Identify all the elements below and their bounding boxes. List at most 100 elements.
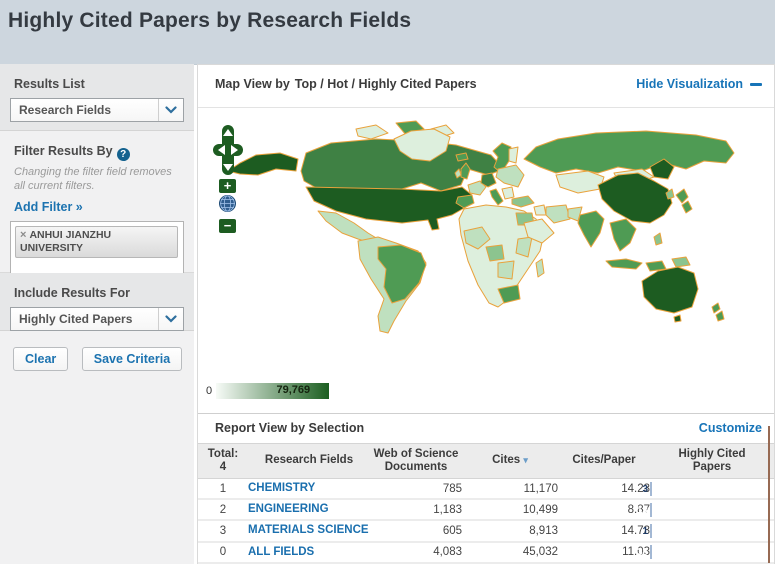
hcp-bar: 38 — [637, 545, 652, 560]
map-region-arctic-island[interactable] — [355, 124, 389, 140]
map-region-russia[interactable] — [523, 130, 735, 174]
map-region-papua-new-guinea[interactable] — [671, 256, 691, 268]
legend-min-value: 0 — [206, 385, 213, 397]
sidebar: Results List Research Fields Filter Resu… — [0, 64, 194, 564]
map-region-china[interactable] — [597, 172, 673, 224]
sort-descending-icon: ▾ — [523, 455, 528, 466]
divider — [198, 107, 774, 108]
question-icon[interactable]: ? — [116, 148, 130, 161]
row-cites: 8,913 — [462, 520, 558, 543]
filter-tag-label: ANHUI JIANZHU UNIVERSITY — [20, 228, 112, 254]
legend-gradient-bar: 79,769 — [216, 383, 330, 399]
hcp-bar-value: 13 — [636, 504, 648, 516]
table-header-row: Total: 4 Research Fields Web of Science Do… — [198, 443, 774, 479]
map-region-balkans[interactable] — [501, 186, 515, 200]
row-cites: 10,499 — [462, 499, 558, 522]
report-table-body: 1 CHEMISTRY 785 11,170 14.23 3 2 ENGINEE… — [198, 478, 774, 564]
map-region-iraq[interactable] — [533, 204, 547, 216]
hcp-bar: 13 — [637, 502, 652, 517]
map-region-australia[interactable] — [641, 266, 699, 314]
actions-section: Clear Save Criteria — [0, 331, 194, 564]
map-region-iceland[interactable] — [455, 152, 469, 162]
row-rank: 0 — [198, 541, 248, 564]
map-region-new-zealand-north[interactable] — [711, 302, 721, 314]
map-region-finland[interactable] — [508, 146, 519, 164]
hcp-bar-value: 1 — [642, 526, 648, 538]
row-cites-per-paper: 14.73 — [558, 520, 650, 543]
header-cites-per-paper[interactable]: Cites/Paper — [558, 443, 650, 479]
row-docs: 785 — [370, 478, 462, 501]
chevron-down-icon — [158, 99, 183, 121]
legend-max-value: 79,769 — [276, 384, 311, 396]
row-field-link[interactable]: CHEMISTRY — [248, 482, 315, 494]
row-cites: 11,170 — [462, 478, 558, 501]
filter-tag: × ANHUI JIANZHU UNIVERSITY — [15, 225, 178, 259]
header-cites-sorted[interactable]: Cites ▾ — [462, 443, 558, 479]
map-region-japan[interactable] — [675, 188, 689, 204]
row-rank: 1 — [198, 478, 248, 501]
map-region-india[interactable] — [577, 210, 605, 248]
map-region-indonesia[interactable] — [605, 258, 643, 270]
map-region-southeast-asia[interactable] — [609, 218, 637, 252]
hcp-bar-value: 38 — [636, 547, 648, 559]
chevron-down-icon — [158, 308, 183, 330]
include-results-section: Include Results For Highly Cited Papers — [0, 273, 194, 331]
row-cites-per-paper: 14.23 — [558, 478, 650, 501]
include-results-selected: Highly Cited Papers — [19, 312, 133, 326]
row-field-link[interactable]: ALL FIELDS — [248, 546, 314, 558]
globe-icon[interactable] — [219, 195, 236, 217]
header-research-fields[interactable]: Research Fields — [248, 443, 370, 479]
map-region-madagascar[interactable] — [535, 258, 545, 278]
map-region-tasmania[interactable] — [673, 314, 682, 323]
map-region-central-africa[interactable] — [497, 260, 515, 280]
map-view-title: Map View by Top / Hot / Highly Cited Pape… — [215, 77, 477, 91]
add-filter-link[interactable]: Add Filter » — [14, 200, 83, 214]
map-region-iran[interactable] — [545, 204, 571, 224]
map-region-kazakhstan[interactable] — [555, 170, 605, 194]
map-legend: 0 79,769 — [206, 383, 330, 399]
zoom-out-button[interactable]: − — [219, 219, 236, 233]
filter-note: Changing the filter field removes all cu… — [14, 166, 172, 192]
header-wos-documents[interactable]: Web of Science Documents — [370, 443, 462, 479]
world-map[interactable] — [206, 111, 766, 377]
row-docs: 1,183 — [370, 499, 462, 522]
clear-button[interactable]: Clear — [13, 347, 69, 371]
hcp-bar-value: 3 — [642, 483, 648, 495]
save-criteria-button[interactable]: Save Criteria — [81, 347, 183, 371]
table-right-scroll-line — [768, 426, 770, 563]
remove-filter-icon[interactable]: × — [20, 229, 26, 241]
table-row: 3 MATERIALS SCIENCE 605 8,913 14.73 1 — [198, 520, 774, 543]
map-region-italy[interactable] — [489, 188, 504, 206]
row-field-link[interactable]: ENGINEERING — [248, 503, 329, 515]
filter-heading: Filter Results By — [14, 144, 113, 158]
header-highly-cited-papers[interactable]: Highly Cited Papers — [650, 443, 774, 479]
page-header: Highly Cited Papers by Research Fields — [0, 0, 775, 65]
customize-link[interactable]: Customize — [699, 421, 762, 435]
collapse-minus-icon — [750, 82, 762, 86]
hcp-bar: 3 — [642, 481, 652, 496]
row-docs: 4,083 — [370, 541, 462, 564]
map-region-philippines[interactable] — [653, 232, 663, 246]
map-region-new-zealand-south[interactable] — [715, 310, 725, 322]
report-view-title: Report View by Selection — [215, 421, 365, 435]
zoom-in-button[interactable]: + — [219, 179, 236, 193]
hide-visualization-link[interactable]: Hide Visualization — [636, 77, 762, 91]
results-list-dropdown[interactable]: Research Fields — [10, 98, 184, 122]
hcp-bar: 1 — [642, 524, 652, 539]
results-list-selected: Research Fields — [19, 103, 112, 117]
map-zoom-control: + − — [219, 179, 236, 235]
active-filters-box: × ANHUI JIANZHU UNIVERSITY — [10, 220, 184, 277]
filter-section: Filter Results By? Changing the filter f… — [0, 131, 194, 277]
map-pan-control[interactable] — [213, 125, 243, 180]
table-row: 1 CHEMISTRY 785 11,170 14.23 3 — [198, 478, 774, 501]
map-region-turkey[interactable] — [511, 195, 535, 208]
map-region-japan-south[interactable] — [681, 200, 693, 214]
table-row: 2 ENGINEERING 1,183 10,499 8.87 13 — [198, 499, 774, 522]
row-field-link[interactable]: MATERIALS SCIENCE — [248, 524, 369, 536]
row-rank: 2 — [198, 499, 248, 522]
include-results-dropdown[interactable]: Highly Cited Papers — [10, 307, 184, 331]
map-region-eastern-europe[interactable] — [495, 164, 525, 188]
table-row: 0 ALL FIELDS 4,083 45,032 11.03 38 — [198, 541, 774, 564]
results-list-label: Results List — [14, 77, 85, 91]
row-docs: 605 — [370, 520, 462, 543]
